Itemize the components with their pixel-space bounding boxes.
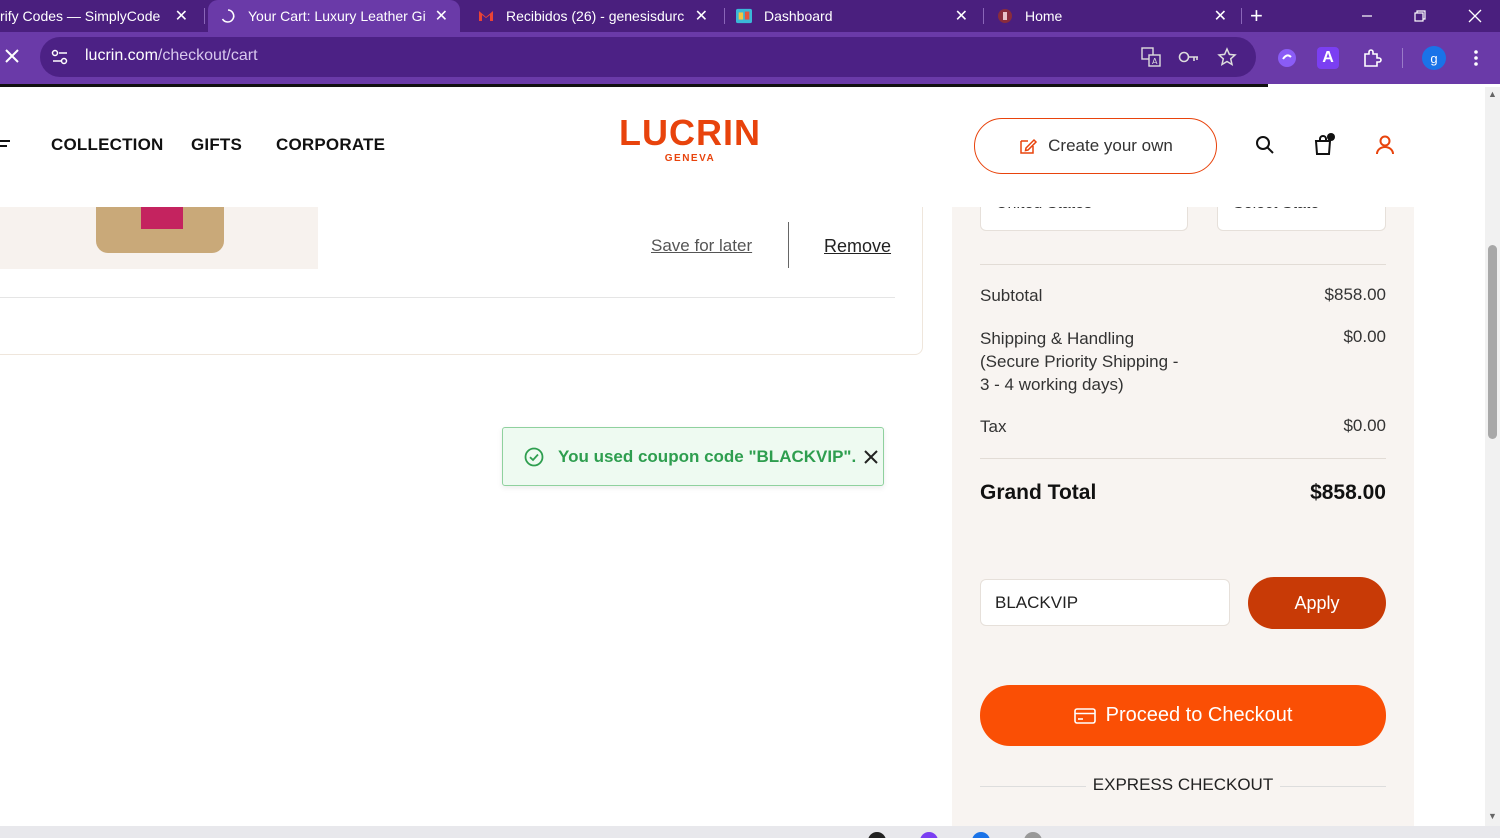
site-info-icon[interactable] [50, 47, 70, 67]
tab-dashboard[interactable]: Dashboard ✕ [726, 0, 980, 32]
tab-separator [1241, 8, 1242, 24]
scroll-up-arrow-icon[interactable]: ▲ [1487, 89, 1498, 100]
extension-a-icon[interactable]: A [1317, 47, 1339, 69]
action-divider [788, 222, 789, 268]
translate-icon[interactable]: A [1140, 46, 1162, 68]
tab-home[interactable]: Home ✕ [985, 0, 1239, 32]
tab-separator [204, 8, 205, 24]
loading-spinner-icon [221, 9, 235, 23]
toast-message: You used coupon code "BLACKVIP". [558, 446, 857, 466]
subtotal-label: Subtotal [980, 286, 1043, 305]
site-logo[interactable]: LUCRIN GENEVA [608, 112, 772, 165]
coupon-input[interactable] [980, 579, 1230, 626]
account-user-icon[interactable] [1373, 133, 1397, 157]
window-close-icon[interactable] [1452, 0, 1498, 32]
extension-purple-icon[interactable] [1276, 47, 1298, 69]
cart-bag-icon[interactable] [1312, 133, 1336, 157]
grand-total-value: $858.00 [1310, 481, 1386, 504]
tab-close-icon[interactable]: ✕ [435, 6, 448, 26]
profile-avatar[interactable]: g [1422, 46, 1446, 70]
url-path: /checkout/cart [157, 47, 258, 64]
new-tab-button[interactable]: + [1250, 0, 1274, 32]
edit-pencil-icon [1020, 138, 1038, 154]
address-bar[interactable]: lucrin.com/checkout/cart A [40, 37, 1256, 77]
dashboard-favicon-icon [736, 8, 752, 24]
credit-card-icon [1073, 707, 1096, 724]
summary-divider [980, 458, 1386, 459]
express-checkout-divider: EXPRESS CHECKOUT [980, 775, 1386, 797]
site-header: COLLECTION GIFTS CORPORATE LUCRIN GENEVA… [0, 87, 1485, 207]
browser-toolbar: lucrin.com/checkout/cart A A g [0, 32, 1500, 84]
tax-value: $0.00 [1343, 416, 1386, 435]
toast-close-icon[interactable] [864, 449, 878, 464]
toolbar-divider [1402, 48, 1403, 68]
product-tag-shape [141, 207, 183, 229]
apply-coupon-button[interactable]: Apply [1248, 577, 1386, 629]
page-scrollbar[interactable]: ▲ ▼ [1485, 87, 1500, 826]
express-checkout-label: EXPRESS CHECKOUT [1092, 775, 1274, 794]
stop-loading-icon[interactable] [2, 46, 22, 66]
tab-gmail[interactable]: Recibidos (26) - genesisdurc ✕ [466, 0, 720, 32]
nav-gifts[interactable]: GIFTS [191, 135, 242, 155]
url-text: lucrin.com/checkout/cart [85, 47, 258, 65]
nav-corporate[interactable]: CORPORATE [276, 135, 385, 155]
extensions-puzzle-icon[interactable] [1360, 46, 1384, 70]
tab-title: Home [1025, 8, 1063, 24]
tab-close-icon[interactable]: ✕ [955, 6, 968, 26]
logo-wordmark: LUCRIN [619, 112, 761, 153]
hamburger-menu-icon[interactable] [0, 139, 10, 158]
taskbar-app-icon[interactable] [868, 832, 886, 838]
page-content: Save for later Remove You used coupon co… [0, 87, 1485, 826]
tax-label: Tax [980, 417, 1007, 436]
home-favicon-icon [998, 9, 1012, 23]
shipping-value: $0.00 [1343, 327, 1386, 346]
password-key-icon[interactable] [1178, 46, 1200, 68]
save-for-later-link[interactable]: Save for later [651, 236, 752, 256]
tab-close-icon[interactable]: ✕ [695, 6, 708, 26]
svg-text:A: A [1152, 57, 1158, 66]
checkout-button-label: Proceed to Checkout [1105, 704, 1293, 726]
nav-collection[interactable]: COLLECTION [51, 135, 164, 155]
tab-separator [983, 8, 984, 24]
coupon-success-toast: You used coupon code "BLACKVIP". [502, 427, 884, 486]
taskbar-app-icon[interactable] [920, 832, 938, 838]
order-summary-panel: United States Select State Subtotal $858… [952, 197, 1414, 826]
tab-simplycodes[interactable]: rify Codes — SimplyCodes ✕ [0, 0, 200, 32]
tab-title: Recibidos (26) - genesisdurc [506, 8, 684, 24]
tab-title: Your Cart: Luxury Leather Gifts [248, 8, 426, 24]
gmail-icon [479, 11, 493, 21]
taskbar-app-icon[interactable] [972, 832, 990, 838]
grand-total-label: Grand Total [980, 481, 1097, 504]
create-button-label: Create your own [1048, 136, 1173, 155]
search-icon[interactable] [1253, 133, 1277, 157]
tab-separator [724, 8, 725, 24]
tab-your-cart[interactable]: Your Cart: Luxury Leather Gifts ✕ [208, 0, 460, 32]
taskbar-app-icon[interactable] [1024, 832, 1042, 838]
scrollbar-thumb[interactable] [1488, 245, 1497, 439]
bookmark-star-icon[interactable] [1216, 46, 1238, 68]
shipping-label: Shipping & Handling (Secure Priority Shi… [980, 329, 1179, 394]
create-your-own-button[interactable]: Create your own [974, 118, 1217, 174]
minimize-icon[interactable] [1344, 0, 1390, 32]
tab-title: rify Codes — SimplyCodes [0, 8, 160, 24]
tab-title: Dashboard [764, 8, 833, 24]
url-domain: lucrin.com [85, 47, 158, 64]
restore-icon[interactable] [1397, 0, 1443, 32]
logo-subtitle: GENEVA [664, 153, 716, 164]
browser-tab-strip: rify Codes — SimplyCodes ✕ Your Cart: Lu… [0, 0, 1500, 32]
more-menu-icon[interactable] [1466, 46, 1486, 70]
scroll-down-arrow-icon[interactable]: ▼ [1487, 811, 1498, 822]
cart-divider [0, 297, 895, 298]
tab-close-icon[interactable]: ✕ [175, 6, 188, 26]
remove-link[interactable]: Remove [824, 236, 891, 257]
subtotal-value: $858.00 [1324, 285, 1386, 304]
summary-divider [980, 264, 1386, 265]
check-circle-icon [524, 447, 544, 467]
os-taskbar [0, 826, 1500, 838]
tab-close-icon[interactable]: ✕ [1214, 6, 1227, 26]
proceed-to-checkout-button[interactable]: Proceed to Checkout [980, 685, 1386, 746]
express-line-right [1280, 786, 1386, 787]
